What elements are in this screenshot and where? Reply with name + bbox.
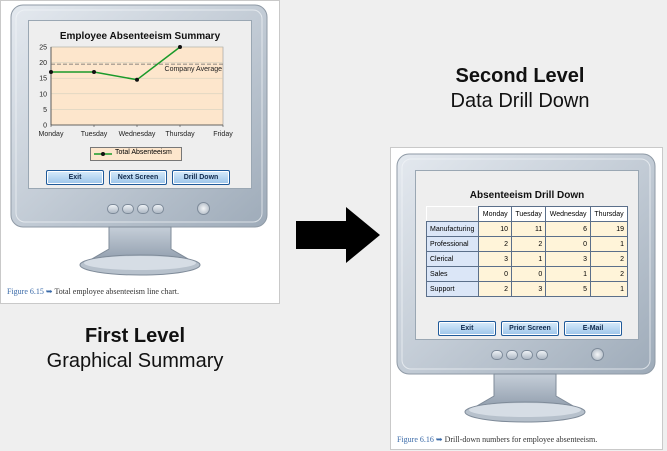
- monitor-knob: [491, 350, 503, 360]
- figure-caption: Figure 6.16 ➥ Drill-down numbers for emp…: [397, 435, 597, 444]
- row-label: Manufacturing: [425, 221, 480, 237]
- second-level-block: Second Level Data Drill Down: [390, 65, 650, 113]
- power-button[interactable]: [197, 202, 210, 215]
- y-tick-label: 0: [43, 123, 47, 130]
- caption-figure-number: Figure 6.16: [397, 435, 434, 444]
- monitor-knob: [521, 350, 533, 360]
- second-level-subheading: Data Drill Down: [450, 90, 590, 112]
- data-point: [92, 69, 96, 74]
- table-cell: 0: [545, 236, 592, 252]
- y-tick-label: 15: [39, 76, 47, 83]
- y-tick-label: 25: [39, 45, 47, 52]
- table-cell: 11: [510, 221, 547, 237]
- data-point: [49, 69, 53, 74]
- row-label: Professional: [425, 236, 480, 252]
- email-button[interactable]: E-Mail: [564, 321, 622, 336]
- column-header: Monday: [478, 206, 512, 222]
- x-tick-label: Thursday: [165, 131, 195, 138]
- prior-screen-button[interactable]: Prior Screen: [501, 321, 559, 336]
- company-average-label: Company Average: [165, 66, 223, 73]
- column-header: Wednesday: [545, 206, 592, 222]
- x-tick-label: Wednesday: [119, 131, 156, 138]
- screen-right: Absenteeism Drill Down Monday Tuesday We…: [415, 170, 639, 340]
- row-label: Clerical: [425, 251, 480, 267]
- table-cell: 3: [545, 251, 592, 267]
- exit-button[interactable]: Exit: [438, 321, 496, 336]
- column-header: Tuesday: [510, 206, 547, 222]
- monitor-knob: [506, 350, 518, 360]
- table-cell: 0: [478, 266, 512, 282]
- table-cell: 1: [590, 281, 628, 297]
- exit-button[interactable]: Exit: [46, 170, 104, 185]
- data-point: [135, 77, 139, 82]
- figure-6-15-panel: Employee Absenteeism Summary 0 5 10 15 20 25 M…: [0, 0, 280, 304]
- table-cell: 1: [510, 251, 547, 267]
- next-screen-button[interactable]: Next Screen: [109, 170, 167, 185]
- table-row: Professional 2 2 0 1: [425, 236, 628, 252]
- table-cell: 2: [590, 266, 628, 282]
- x-tick-label: Monday: [39, 131, 64, 138]
- y-tick-label: 10: [39, 91, 47, 98]
- table-cell: 2: [590, 251, 628, 267]
- monitor-knob: [107, 204, 119, 214]
- line-chart: 0 5 10 15 20 25 Monday Tuesday Wednesday Thursday…: [39, 45, 234, 139]
- legend-label: Total Absenteeism: [115, 149, 172, 156]
- table-cell: 3: [510, 281, 547, 297]
- y-tick-label: 20: [39, 60, 47, 67]
- figure-6-16-panel: Absenteeism Drill Down Monday Tuesday We…: [390, 147, 663, 450]
- table-cell: 3: [478, 251, 512, 267]
- table-cell: 2: [510, 236, 547, 252]
- monitor-knob: [122, 204, 134, 214]
- caption-text: Drill-down numbers for employee absentee…: [444, 435, 598, 444]
- table-row: Clerical 3 1 3 2: [425, 251, 628, 267]
- caption-figure-number: Figure 6.15: [7, 287, 44, 296]
- first-level-heading: First Level: [84, 325, 186, 347]
- table-cell: 1: [545, 266, 592, 282]
- table-cell: 5: [545, 281, 592, 297]
- plot-area: [50, 46, 224, 126]
- row-label: Sales: [425, 266, 480, 282]
- second-level-heading: Second Level: [455, 65, 585, 87]
- caption-text: Total employee absenteeism line chart.: [54, 287, 179, 296]
- table-cell: 1: [590, 236, 628, 252]
- data-point: [178, 45, 182, 49]
- monitor-knob: [152, 204, 164, 214]
- right-arrow-icon: [296, 207, 380, 263]
- legend-line-icon: [94, 152, 112, 156]
- table-cell: 2: [478, 281, 512, 297]
- screen-left: Employee Absenteeism Summary 0 5 10 15 20 25 M…: [28, 20, 252, 189]
- x-tick-label: Friday: [213, 131, 233, 138]
- x-tick-label: Tuesday: [81, 131, 108, 138]
- table-cell: 19: [590, 221, 628, 237]
- drill-down-button[interactable]: Drill Down: [172, 170, 230, 185]
- y-tick-label: 5: [43, 107, 47, 114]
- column-header: Thursday: [590, 206, 628, 222]
- table-cell: 10: [478, 221, 512, 237]
- monitor-knob: [137, 204, 149, 214]
- drilldown-title: Absenteeism Drill Down: [469, 190, 585, 201]
- drilldown-table: Monday Tuesday Wednesday Thursday Manufa…: [425, 206, 628, 297]
- first-level-subheading: Graphical Summary: [46, 350, 224, 372]
- table-cell: 6: [545, 221, 592, 237]
- table-cell: 2: [478, 236, 512, 252]
- power-button[interactable]: [591, 348, 604, 361]
- first-level-block: First Level Graphical Summary: [5, 325, 265, 373]
- table-row: Manufacturing 10 11 6 19: [425, 221, 628, 237]
- table-row: Sales 0 0 1 2: [425, 266, 628, 282]
- table-header-row: Monday Tuesday Wednesday Thursday: [425, 206, 628, 222]
- figure-caption: Figure 6.15 ➥ Total employee absenteeism…: [7, 287, 179, 296]
- chart-legend: Total Absenteeism: [90, 147, 182, 161]
- table-corner: [425, 206, 480, 222]
- monitor-knob: [536, 350, 548, 360]
- caption-arrow-icon: ➥: [435, 435, 445, 444]
- table-row: Support 2 3 5 1: [425, 281, 628, 297]
- row-label: Support: [425, 281, 480, 297]
- table-cell: 0: [510, 266, 547, 282]
